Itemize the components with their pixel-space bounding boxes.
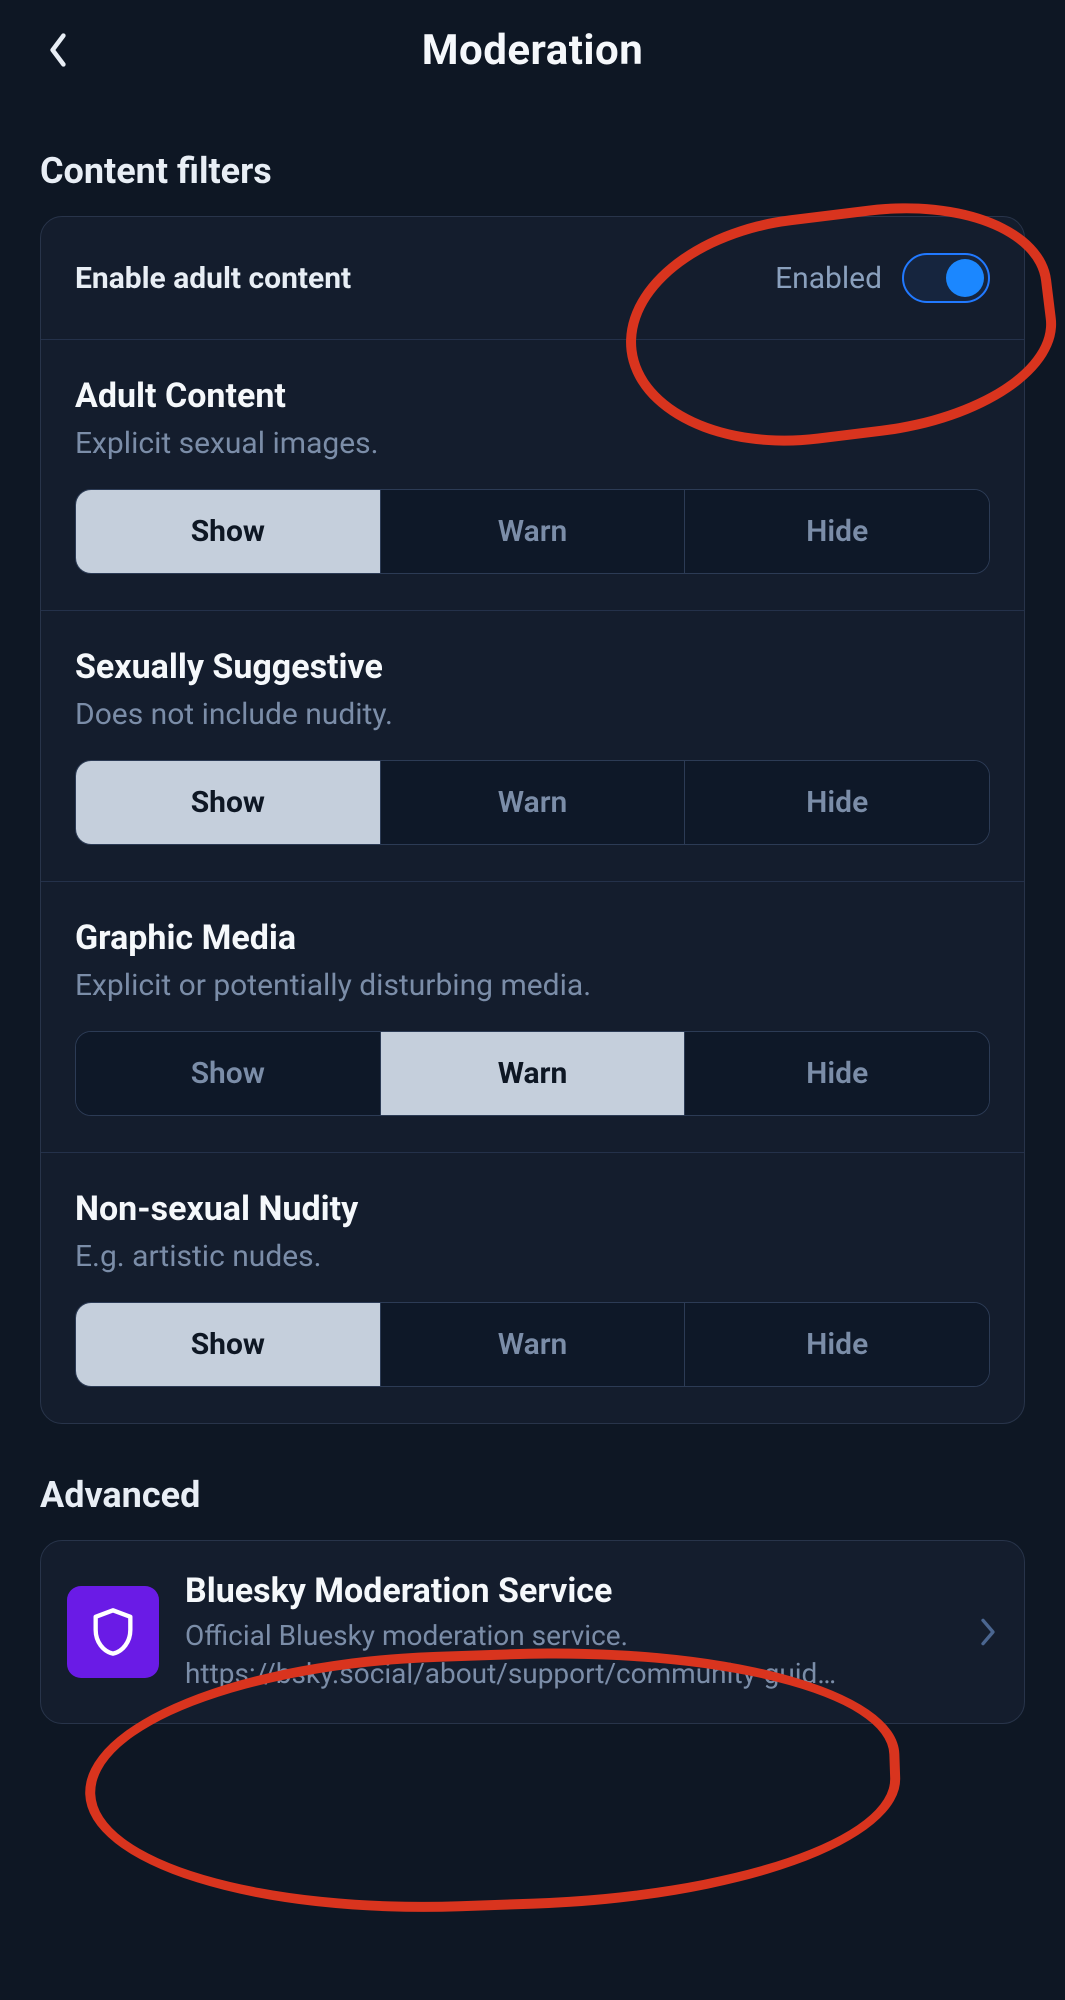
advanced-panel: Bluesky Moderation Service Official Blue… <box>40 1540 1025 1724</box>
filter-option-hide[interactable]: Hide <box>685 1032 989 1115</box>
filter-segmented-control: ShowWarnHide <box>75 760 990 845</box>
filter-description: E.g. artistic nudes. <box>75 1239 990 1274</box>
filter-option-warn[interactable]: Warn <box>381 1303 686 1386</box>
back-button[interactable] <box>38 30 78 70</box>
moderation-service-row[interactable]: Bluesky Moderation Service Official Blue… <box>41 1541 1024 1723</box>
enable-adult-content-toggle[interactable] <box>902 253 990 303</box>
chevron-right-icon <box>978 1615 998 1649</box>
enable-adult-content-label: Enable adult content <box>75 261 351 296</box>
filter-option-warn[interactable]: Warn <box>381 490 686 573</box>
filter-row: Sexually Suggestive Does not include nudi… <box>41 611 1024 882</box>
filter-segmented-control: ShowWarnHide <box>75 489 990 574</box>
filter-row: Graphic Media Explicit or potentially dis… <box>41 882 1024 1153</box>
filter-option-show[interactable]: Show <box>76 1303 381 1386</box>
filter-option-hide[interactable]: Hide <box>685 761 989 844</box>
chevron-left-icon <box>47 32 69 68</box>
filter-description: Does not include nudity. <box>75 697 990 732</box>
section-label-advanced: Advanced <box>0 1424 1065 1540</box>
service-description: Official Bluesky moderation service. htt… <box>185 1617 952 1693</box>
filter-segmented-control: ShowWarnHide <box>75 1031 990 1116</box>
filter-description: Explicit or potentially disturbing media… <box>75 968 990 1003</box>
filter-title: Graphic Media <box>75 918 990 958</box>
enable-adult-content-row: Enable adult content Enabled <box>41 217 1024 340</box>
section-label-content-filters: Content filters <box>0 100 1065 216</box>
filter-option-hide[interactable]: Hide <box>685 490 989 573</box>
content-filters-panel: Enable adult content Enabled Adult Conte… <box>40 216 1025 1424</box>
service-title: Bluesky Moderation Service <box>185 1571 952 1611</box>
filter-title: Sexually Suggestive <box>75 647 990 687</box>
filter-segmented-control: ShowWarnHide <box>75 1302 990 1387</box>
filter-option-hide[interactable]: Hide <box>685 1303 989 1386</box>
toggle-knob <box>946 259 984 297</box>
shield-icon <box>67 1586 159 1678</box>
filter-option-show[interactable]: Show <box>76 1032 381 1115</box>
filter-row: Non-sexual Nudity E.g. artistic nudes. Sho… <box>41 1153 1024 1423</box>
filter-option-warn[interactable]: Warn <box>381 761 686 844</box>
filter-option-show[interactable]: Show <box>76 761 381 844</box>
filter-option-show[interactable]: Show <box>76 490 381 573</box>
page-title: Moderation <box>422 26 644 75</box>
filter-title: Adult Content <box>75 376 990 416</box>
filter-option-warn[interactable]: Warn <box>381 1032 686 1115</box>
filter-title: Non-sexual Nudity <box>75 1189 990 1229</box>
enable-adult-content-status: Enabled <box>775 261 882 296</box>
filter-row: Adult Content Explicit sexual images. Show… <box>41 340 1024 611</box>
filter-description: Explicit sexual images. <box>75 426 990 461</box>
